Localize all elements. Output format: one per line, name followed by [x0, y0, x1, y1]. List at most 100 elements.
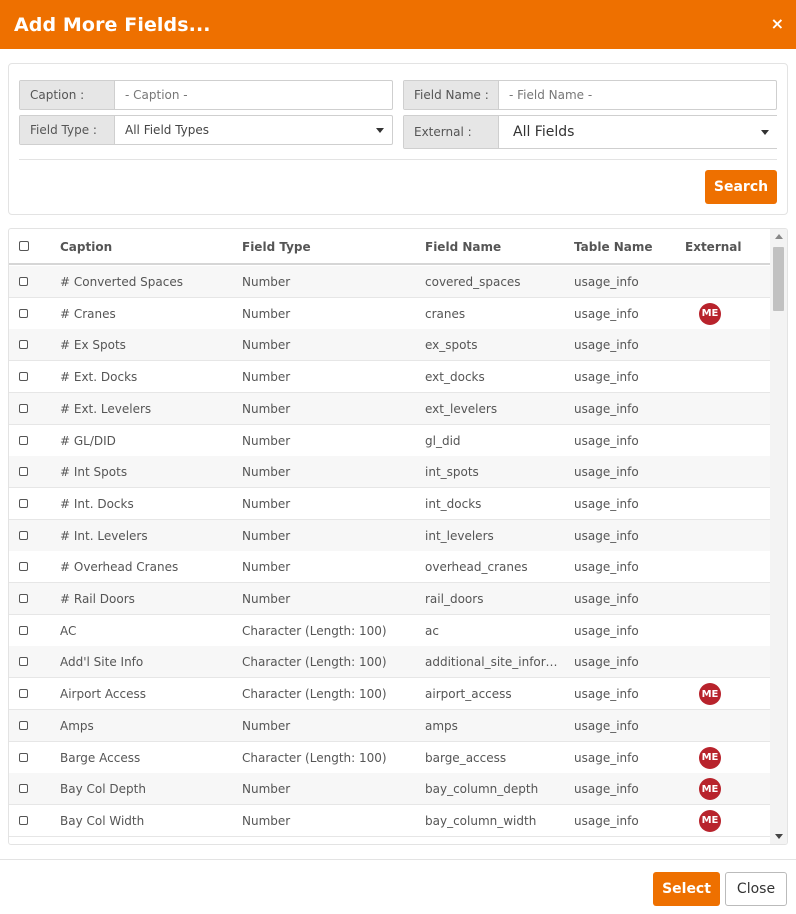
close-button[interactable]: Close [725, 872, 787, 906]
close-icon[interactable]: × [771, 14, 784, 33]
row-field-type: Number [242, 275, 291, 289]
select-all-checkbox[interactable] [19, 241, 29, 251]
row-table-name: usage_info [574, 528, 639, 543]
row-checkbox[interactable] [19, 720, 28, 730]
row-table-name: usage_info [574, 782, 639, 797]
row-table-name: usage_info [574, 687, 639, 702]
row-checkbox[interactable] [19, 435, 28, 445]
row-checkbox[interactable] [19, 784, 28, 794]
row-checkbox[interactable] [19, 530, 28, 540]
column-header-caption[interactable]: Caption [60, 240, 230, 254]
row-field-name: bay_column_depth [425, 782, 539, 797]
row-caption: # Int Spots [60, 465, 128, 480]
table-row[interactable]: Bay Col Depth Number bay_column_depth usage… [9, 773, 771, 806]
table-row[interactable]: # Converted Spaces Number covered_spaces us… [9, 266, 771, 298]
external-value: All Fields [513, 124, 575, 140]
row-checkbox[interactable] [19, 498, 28, 508]
row-caption: Add'l Site Info [60, 655, 144, 670]
external-badge: ME [699, 746, 721, 769]
row-checkbox[interactable] [19, 562, 28, 572]
row-caption: # Int. Docks [60, 496, 134, 511]
row-checkbox[interactable] [19, 594, 28, 603]
row-checkbox[interactable] [19, 625, 28, 635]
row-caption: # Int. Levelers [60, 528, 148, 543]
dialog-footer: Select Close [0, 859, 796, 914]
row-field-name: bay_column_width [425, 813, 537, 828]
select-button[interactable]: Select [653, 872, 720, 906]
field-name-input[interactable]: - Field Name - [499, 81, 776, 109]
table-row[interactable]: # Overhead Cranes Number overhead_cranes us… [9, 551, 771, 584]
table-row[interactable]: Add'l Site Info Character (Length: 100) ad… [9, 646, 771, 679]
row-field-name: airport_access [425, 687, 512, 702]
row-field-name: amps [425, 718, 458, 733]
table-row[interactable]: # Int. Docks Number int_docks usage_info [9, 487, 771, 520]
scroll-down-icon[interactable] [775, 834, 783, 839]
scroll-up-icon[interactable] [775, 234, 783, 239]
field-type-select[interactable]: All Field Types [115, 116, 392, 144]
scrollbar[interactable] [770, 229, 787, 844]
table-row[interactable]: AC Character (Length: 100) ac usage_info [9, 614, 771, 647]
scrollbar-thumb[interactable] [773, 247, 784, 311]
table-row[interactable]: # GL/DID Number gl_did usage_info [9, 424, 771, 457]
row-field-type: Number [242, 401, 291, 416]
table-row[interactable]: # Ext. Levelers Number ext_levelers usage_i… [9, 392, 771, 425]
row-caption: Bay Col Width [60, 813, 145, 828]
row-checkbox[interactable] [19, 403, 28, 413]
row-caption: # Converted Spaces [60, 275, 183, 289]
table-row[interactable]: # Ex Spots Number ex_spots usage_info [9, 329, 771, 362]
row-table-name: usage_info [574, 813, 639, 828]
row-field-name: gl_did [425, 433, 461, 448]
column-header-field-name[interactable]: Field Name [425, 240, 561, 254]
row-field-name: int_levelers [425, 528, 494, 543]
caption-filter: Caption : - Caption - [19, 80, 393, 110]
row-field-type: Number [242, 306, 291, 321]
row-checkbox[interactable] [19, 372, 28, 382]
caption-label: Caption : [20, 81, 115, 109]
table-row[interactable]: Bay Col Width Number bay_column_width usage… [9, 804, 771, 837]
row-checkbox[interactable] [19, 752, 28, 762]
column-header-table-name[interactable]: Table Name [574, 240, 674, 254]
row-checkbox[interactable] [19, 657, 28, 667]
row-field-type: Number [242, 433, 291, 448]
row-caption: # GL/DID [60, 433, 116, 448]
row-table-name: usage_info [574, 401, 639, 416]
row-checkbox[interactable] [19, 689, 28, 699]
search-button[interactable]: Search [705, 170, 777, 204]
table-row[interactable]: Amps Number amps usage_info [9, 709, 771, 742]
row-caption: # Ext. Levelers [60, 401, 152, 416]
row-table-name: usage_info [574, 592, 639, 606]
row-checkbox[interactable] [19, 340, 28, 350]
field-name-filter: Field Name : - Field Name - [403, 80, 777, 110]
row-field-name: int_docks [425, 496, 482, 511]
external-select[interactable]: All Fields [499, 116, 777, 148]
row-table-name: usage_info [574, 560, 639, 575]
table-row[interactable]: Barge Access Character (Length: 100) barge… [9, 741, 771, 774]
caption-input[interactable]: - Caption - [115, 81, 392, 109]
table-row[interactable]: # Rail Doors Number rail_doors usage_info [9, 583, 771, 615]
table-row[interactable]: # Int. Levelers Number int_levelers usage_i… [9, 519, 771, 552]
table-row[interactable]: Airport Access Character (Length: 100) air… [9, 678, 771, 711]
row-table-name: usage_info [574, 370, 639, 385]
table-row[interactable]: # Cranes Number cranes usage_info ME [9, 297, 771, 330]
fields-table: Caption Field Type Field Name Table Name… [8, 228, 788, 845]
row-caption: # Ext. Docks [60, 370, 138, 385]
row-field-type: Number [242, 592, 291, 606]
row-checkbox[interactable] [19, 815, 28, 825]
table-row[interactable]: # Int Spots Number int_spots usage_info [9, 456, 771, 489]
table-row[interactable]: # Ext. Docks Number ext_docks usage_info [9, 361, 771, 394]
row-checkbox[interactable] [19, 467, 28, 477]
row-checkbox[interactable] [19, 277, 28, 286]
row-field-name: cranes [425, 306, 466, 321]
row-checkbox[interactable] [19, 308, 28, 318]
divider [19, 159, 777, 160]
chevron-down-icon [376, 128, 384, 133]
row-caption: AC [60, 623, 77, 638]
row-field-type: Number [242, 465, 291, 480]
column-header-external[interactable]: External [685, 240, 755, 254]
row-field-name: covered_spaces [425, 275, 521, 289]
row-table-name: usage_info [574, 338, 639, 353]
row-field-name: int_spots [425, 465, 479, 480]
external-badge: ME [699, 302, 721, 325]
row-table-name: usage_info [574, 496, 639, 511]
column-header-field-type[interactable]: Field Type [242, 240, 417, 254]
